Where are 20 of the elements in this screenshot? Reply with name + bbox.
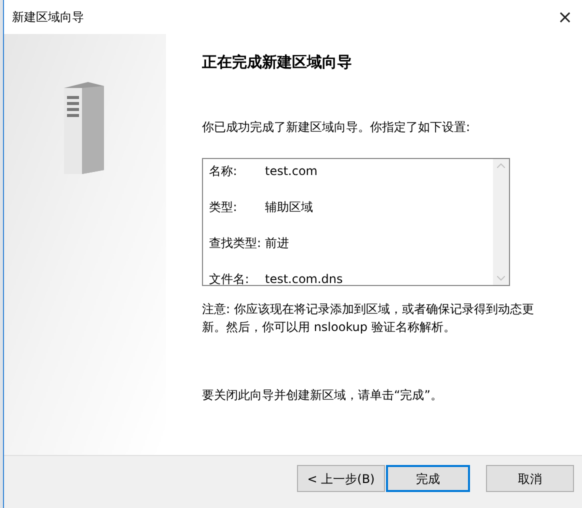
scroll-down-icon[interactable] [497, 276, 505, 280]
setting-value: test.com.dns [265, 270, 343, 288]
setting-value: test.com [265, 162, 318, 180]
wizard-button[interactable]: 完成 [386, 465, 470, 492]
intro-text: 你已成功完成了新建区域向导。你指定了如下设置: [202, 118, 472, 136]
setting-value: 辅助区域 [265, 198, 313, 216]
setting-label: 名称: [209, 162, 238, 180]
closing-text: 要关闭此向导并创建新区域，请单击“完成”。 [202, 386, 444, 404]
setting-value: 前进 [265, 234, 289, 252]
note-text: 注意: 你应该现在将记录添加到区域，或者确保记录得到动态更新。然后，你可以用 nslookup 验证名称解析。 [202, 300, 535, 336]
close-button[interactable]: × [550, 2, 580, 32]
window-title: 新建区域向导 [12, 9, 84, 26]
scrollbar[interactable] [493, 158, 509, 284]
wizard-button[interactable]: < 上一步(B) [297, 465, 385, 492]
setting-label: 查找类型: [209, 234, 262, 252]
setting-label: 文件名: [209, 270, 250, 288]
wizard-button[interactable]: 取消 [486, 465, 574, 492]
setting-label: 类型: [209, 198, 238, 216]
wizard-heading: 正在完成新建区域向导 [202, 52, 353, 73]
scroll-up-icon[interactable] [497, 162, 505, 168]
